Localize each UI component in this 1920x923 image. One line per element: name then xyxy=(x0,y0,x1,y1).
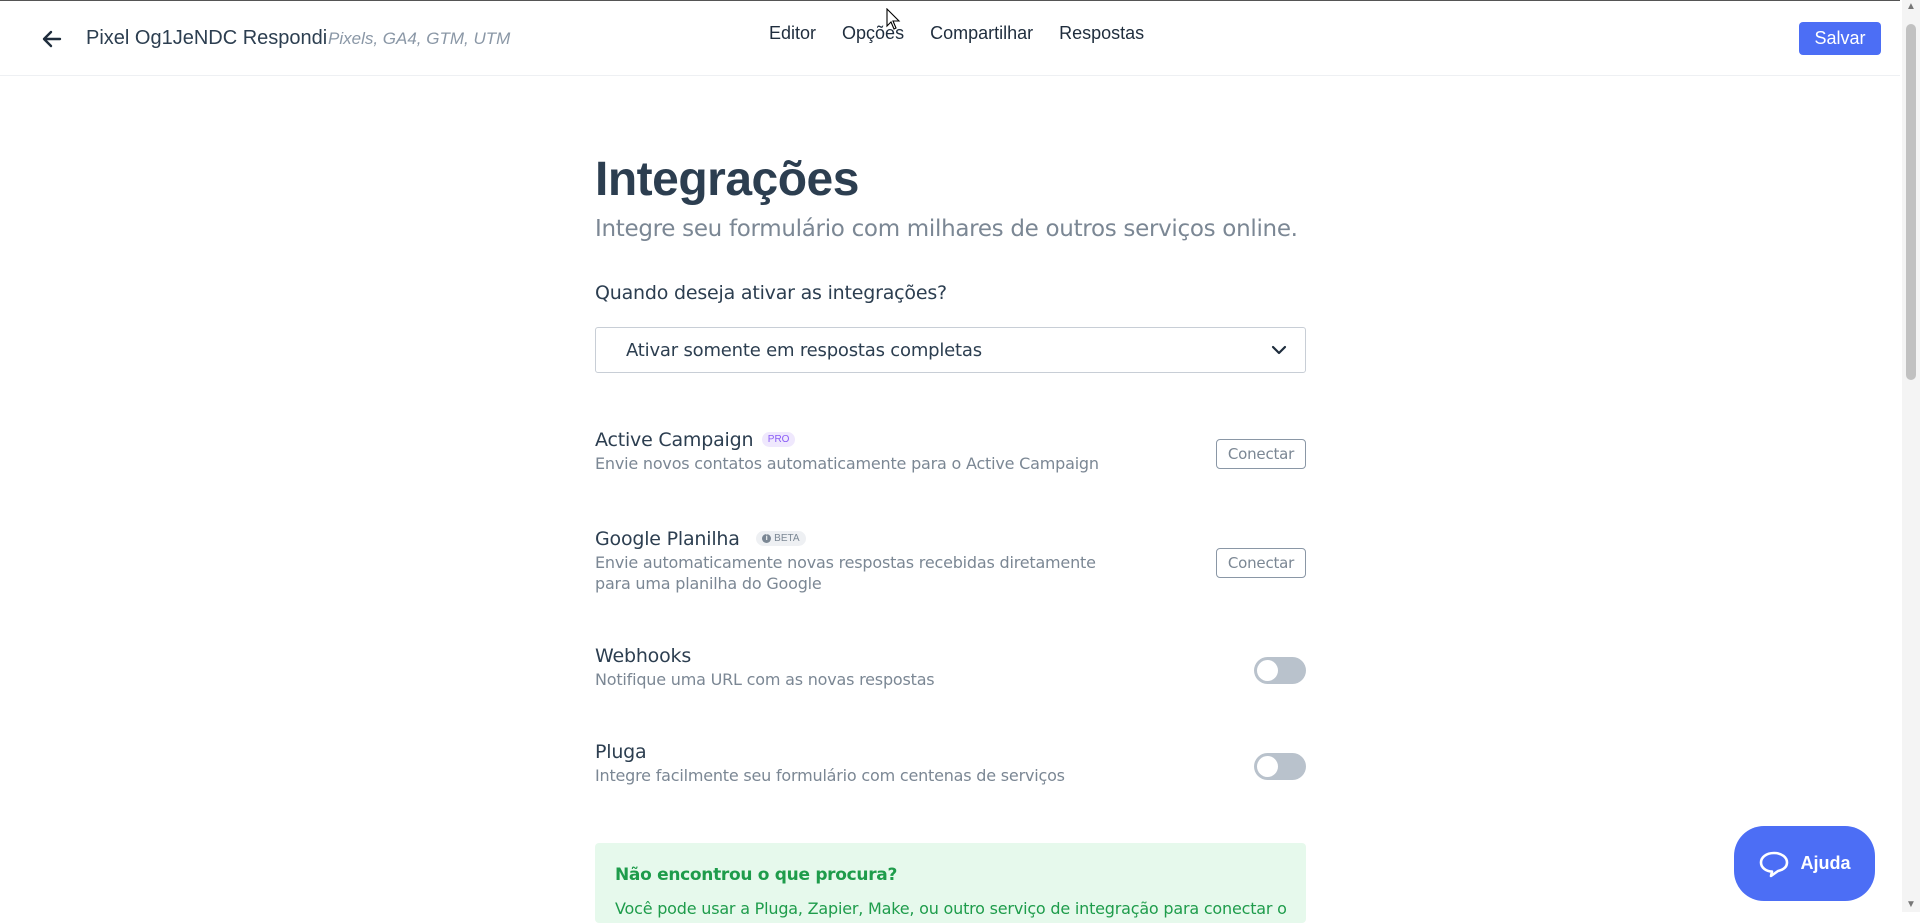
arrow-left-icon xyxy=(42,30,62,48)
toggle-knob xyxy=(1257,756,1278,777)
nav-respostas[interactable]: Respostas xyxy=(1059,23,1144,44)
integration-name: Pluga xyxy=(595,741,647,763)
info-icon: i xyxy=(762,534,772,544)
beta-badge: i BETA xyxy=(756,531,806,547)
main-nav: Editor Opções Compartilhar Respostas xyxy=(769,23,1170,44)
form-title: Pixel Og1JeNDC Respondi xyxy=(86,27,328,49)
mouse-cursor-icon xyxy=(886,8,901,30)
integration-name: Webhooks xyxy=(595,645,692,667)
integration-name: Google Planilha xyxy=(595,528,740,550)
help-box-title: Não encontrou o que procura? xyxy=(615,865,898,885)
beta-badge-label: BETA xyxy=(774,533,800,545)
integration-description: Notifique uma URL com as novas respostas xyxy=(595,670,935,689)
webhooks-toggle[interactable] xyxy=(1254,657,1306,684)
not-found-help-box: Não encontrou o que procura? Você pode u… xyxy=(595,843,1306,923)
scrollbar[interactable]: ▲ ▼ xyxy=(1902,0,1920,912)
nav-editor[interactable]: Editor xyxy=(769,23,816,44)
help-widget-button[interactable]: Ajuda xyxy=(1734,826,1875,901)
scroll-down-icon[interactable]: ▼ xyxy=(1906,900,1916,910)
integration-description-line: para uma planilha do Google xyxy=(595,574,822,593)
scroll-up-icon[interactable]: ▲ xyxy=(1906,2,1916,12)
integrations-content: Integrações Integre seu formulário com m… xyxy=(595,150,1306,795)
connect-google-sheets-button[interactable]: Conectar xyxy=(1216,548,1306,578)
help-box-text: Você pode usar a Pluga, Zapier, Make, ou… xyxy=(615,899,1286,918)
activation-select[interactable]: Ativar somente em respostas completas xyxy=(595,327,1306,373)
integration-active-campaign: Active Campaign PRO Envie novos contatos… xyxy=(595,429,1306,491)
integration-description: Envie novos contatos automaticamente par… xyxy=(595,454,1099,473)
integration-webhooks: Webhooks Notifique uma URL com as novas … xyxy=(595,645,1306,699)
integration-description: Integre facilmente seu formulário com ce… xyxy=(595,766,1065,785)
activation-select-value: Ativar somente em respostas completas xyxy=(626,339,982,361)
page-subtitle: Integre seu formulário com milhares de o… xyxy=(595,216,1298,242)
connect-active-campaign-button[interactable]: Conectar xyxy=(1216,439,1306,469)
integration-name: Active Campaign xyxy=(595,429,754,451)
page-title: Integrações xyxy=(595,153,859,206)
pro-badge: PRO xyxy=(761,432,796,448)
integration-description: Envie automaticamente novas respostas re… xyxy=(595,552,1306,594)
help-widget-label: Ajuda xyxy=(1800,853,1851,873)
nav-compartilhar[interactable]: Compartilhar xyxy=(930,23,1033,44)
top-bar: Pixel Og1JeNDC Respondi Pixels, GA4, GTM… xyxy=(0,0,1900,76)
activation-question: Quando deseja ativar as integrações? xyxy=(595,282,947,304)
integration-pluga: Pluga Integre facilmente seu formulário … xyxy=(595,741,1306,795)
save-button[interactable]: Salvar xyxy=(1799,22,1881,55)
integration-description-line: Envie automaticamente novas respostas re… xyxy=(595,553,1096,572)
form-tags: Pixels, GA4, GTM, UTM xyxy=(328,29,511,48)
pluga-toggle[interactable] xyxy=(1254,753,1306,780)
scrollbar-thumb[interactable] xyxy=(1906,24,1916,380)
back-button[interactable] xyxy=(38,26,66,52)
chevron-down-icon xyxy=(1271,345,1287,355)
toggle-knob xyxy=(1257,660,1278,681)
integration-google-sheets: Google Planilha i BETA Envie automaticam… xyxy=(595,528,1306,608)
chat-bubble-icon xyxy=(1760,851,1789,877)
